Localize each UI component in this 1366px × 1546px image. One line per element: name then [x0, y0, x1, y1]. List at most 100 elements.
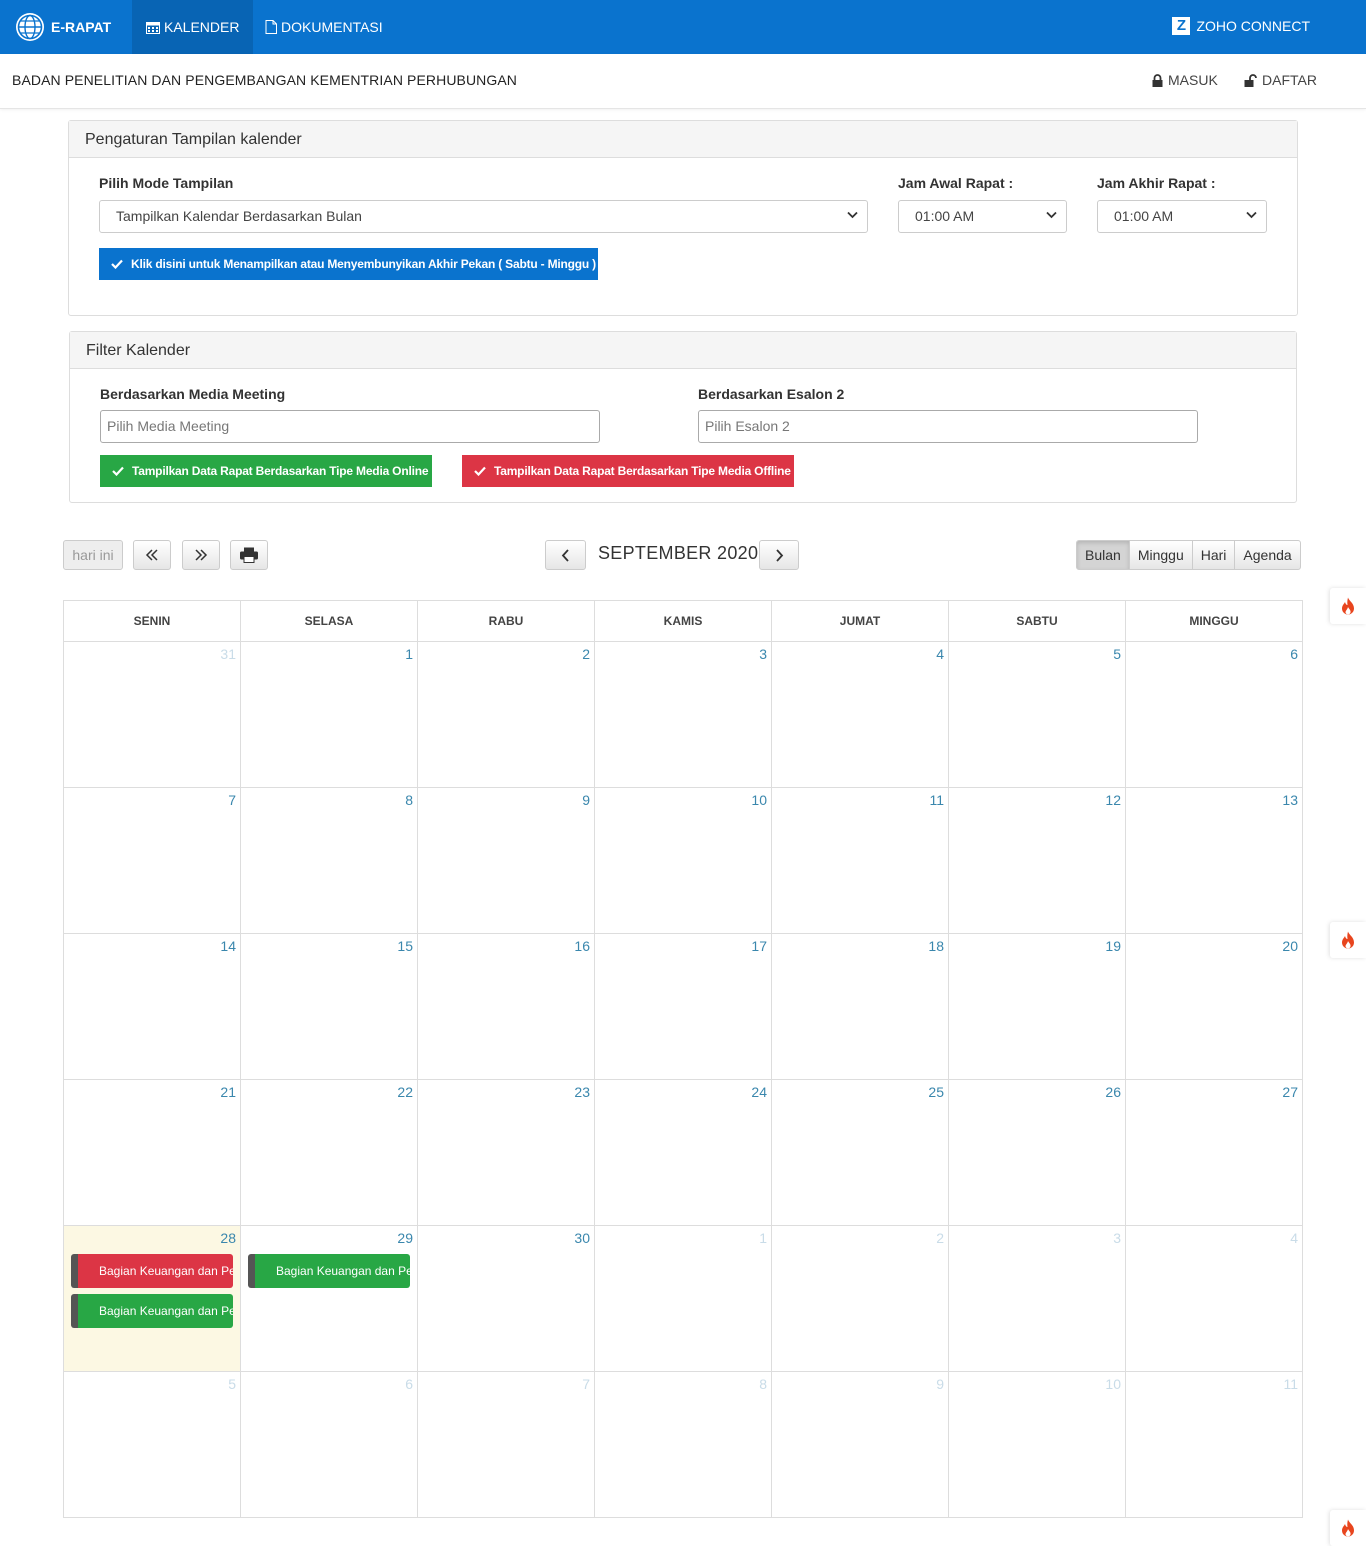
- day-cell[interactable]: 19: [949, 934, 1126, 1080]
- day-cell[interactable]: 14: [64, 934, 241, 1080]
- day-cell[interactable]: 25: [772, 1080, 949, 1226]
- day-cell[interactable]: 1: [595, 1226, 772, 1372]
- offline-media-button[interactable]: Tampilkan Data Rapat Berdasarkan Tipe Me…: [462, 455, 794, 487]
- day-cell[interactable]: 10: [949, 1372, 1126, 1518]
- day-number[interactable]: 9: [936, 1376, 944, 1392]
- prev-year-button[interactable]: [133, 540, 171, 570]
- day-number[interactable]: 14: [220, 938, 236, 954]
- day-number[interactable]: 5: [228, 1376, 236, 1392]
- calendar-event[interactable]: Bagian Keuangan dan Perl: [71, 1294, 233, 1328]
- nav-kalender[interactable]: KALENDER: [132, 0, 254, 54]
- day-number[interactable]: 8: [759, 1376, 767, 1392]
- day-cell[interactable]: 5: [64, 1372, 241, 1518]
- floating-widget[interactable]: [1330, 1510, 1366, 1546]
- day-cell[interactable]: 18: [772, 934, 949, 1080]
- day-cell[interactable]: 22: [241, 1080, 418, 1226]
- day-cell[interactable]: 16: [418, 934, 595, 1080]
- day-number[interactable]: 2: [936, 1230, 944, 1246]
- day-number[interactable]: 8: [405, 792, 413, 808]
- day-number[interactable]: 12: [1105, 792, 1121, 808]
- register-link[interactable]: DAFTAR: [1244, 72, 1317, 88]
- day-number[interactable]: 25: [928, 1084, 944, 1100]
- day-cell[interactable]: 9: [772, 1372, 949, 1518]
- day-cell[interactable]: 3: [949, 1226, 1126, 1372]
- day-cell[interactable]: 4: [772, 642, 949, 788]
- day-cell[interactable]: 7: [418, 1372, 595, 1518]
- day-number[interactable]: 3: [759, 646, 767, 662]
- brand-link[interactable]: E-RAPAT: [14, 10, 111, 44]
- esalon-input[interactable]: Pilih Esalon 2: [698, 410, 1198, 443]
- calendar-event[interactable]: Bagian Keuangan dan Perl: [71, 1254, 233, 1288]
- day-number[interactable]: 19: [1105, 938, 1121, 954]
- day-number[interactable]: 9: [582, 792, 590, 808]
- print-button[interactable]: [230, 540, 268, 570]
- day-number[interactable]: 4: [936, 646, 944, 662]
- day-number[interactable]: 28: [220, 1230, 236, 1246]
- day-number[interactable]: 27: [1282, 1084, 1298, 1100]
- day-cell[interactable]: 4: [1126, 1226, 1303, 1372]
- day-cell[interactable]: 8: [595, 1372, 772, 1518]
- day-number[interactable]: 23: [574, 1084, 590, 1100]
- online-media-button[interactable]: Tampilkan Data Rapat Berdasarkan Tipe Me…: [100, 455, 432, 487]
- day-number[interactable]: 13: [1282, 792, 1298, 808]
- day-cell[interactable]: 23: [418, 1080, 595, 1226]
- view-minggu-button[interactable]: Minggu: [1128, 541, 1192, 569]
- day-number[interactable]: 11: [1283, 1376, 1298, 1392]
- toggle-weekend-button[interactable]: Klik disini untuk Menampilkan atau Menye…: [99, 248, 598, 280]
- view-bulan-button[interactable]: Bulan: [1077, 541, 1129, 569]
- zoho-connect-link[interactable]: Z ZOHO CONNECT: [1172, 17, 1310, 35]
- day-number[interactable]: 26: [1105, 1084, 1121, 1100]
- day-cell[interactable]: 5: [949, 642, 1126, 788]
- day-cell[interactable]: 3: [595, 642, 772, 788]
- nav-dokumentasi[interactable]: DOKUMENTASI: [251, 0, 397, 54]
- day-number[interactable]: 15: [397, 938, 413, 954]
- day-number[interactable]: 11: [929, 792, 944, 808]
- day-number[interactable]: 10: [751, 792, 767, 808]
- day-number[interactable]: 16: [574, 938, 590, 954]
- day-cell[interactable]: 21: [64, 1080, 241, 1226]
- day-cell[interactable]: 31: [64, 642, 241, 788]
- day-number[interactable]: 31: [220, 646, 236, 662]
- mode-select[interactable]: Tampilkan Kalendar Berdasarkan Bulan: [99, 200, 868, 233]
- calendar-event[interactable]: Bagian Keuangan dan Perl: [248, 1254, 410, 1288]
- day-cell[interactable]: 17: [595, 934, 772, 1080]
- day-cell[interactable]: 11: [1126, 1372, 1303, 1518]
- day-cell[interactable]: 12: [949, 788, 1126, 934]
- day-number[interactable]: 20: [1282, 938, 1298, 954]
- day-number[interactable]: 7: [228, 792, 236, 808]
- day-cell[interactable]: 20: [1126, 934, 1303, 1080]
- day-cell[interactable]: 30: [418, 1226, 595, 1372]
- prev-month-button[interactable]: [545, 540, 586, 570]
- day-cell-today[interactable]: 28 Bagian Keuangan dan Perl Bagian Keuanga…: [64, 1226, 241, 1372]
- day-number[interactable]: 4: [1290, 1230, 1298, 1246]
- next-month-button[interactable]: [759, 540, 799, 570]
- jam-awal-select[interactable]: 01:00 AM: [898, 200, 1067, 233]
- jam-akhir-select[interactable]: 01:00 AM: [1097, 200, 1267, 233]
- day-number[interactable]: 10: [1105, 1376, 1121, 1392]
- day-cell[interactable]: 1: [241, 642, 418, 788]
- day-cell[interactable]: 29 Bagian Keuangan dan Perl: [241, 1226, 418, 1372]
- day-cell[interactable]: 13: [1126, 788, 1303, 934]
- day-number[interactable]: 18: [928, 938, 944, 954]
- day-number[interactable]: 17: [751, 938, 767, 954]
- day-cell[interactable]: 26: [949, 1080, 1126, 1226]
- day-number[interactable]: 6: [405, 1376, 413, 1392]
- media-meeting-input[interactable]: Pilih Media Meeting: [100, 410, 600, 443]
- day-cell[interactable]: 8: [241, 788, 418, 934]
- day-cell[interactable]: 6: [1126, 642, 1303, 788]
- day-cell[interactable]: 27: [1126, 1080, 1303, 1226]
- day-cell[interactable]: 15: [241, 934, 418, 1080]
- next-year-button[interactable]: [182, 540, 220, 570]
- day-number[interactable]: 22: [397, 1084, 413, 1100]
- day-number[interactable]: 1: [759, 1230, 767, 1246]
- floating-widget[interactable]: [1330, 922, 1366, 958]
- today-button[interactable]: hari ini: [63, 540, 123, 570]
- day-number[interactable]: 7: [582, 1376, 590, 1392]
- day-cell[interactable]: 9: [418, 788, 595, 934]
- day-cell[interactable]: 10: [595, 788, 772, 934]
- day-cell[interactable]: 7: [64, 788, 241, 934]
- day-number[interactable]: 1: [405, 646, 413, 662]
- view-agenda-button[interactable]: Agenda: [1234, 541, 1299, 569]
- day-number[interactable]: 2: [582, 646, 590, 662]
- day-cell[interactable]: 24: [595, 1080, 772, 1226]
